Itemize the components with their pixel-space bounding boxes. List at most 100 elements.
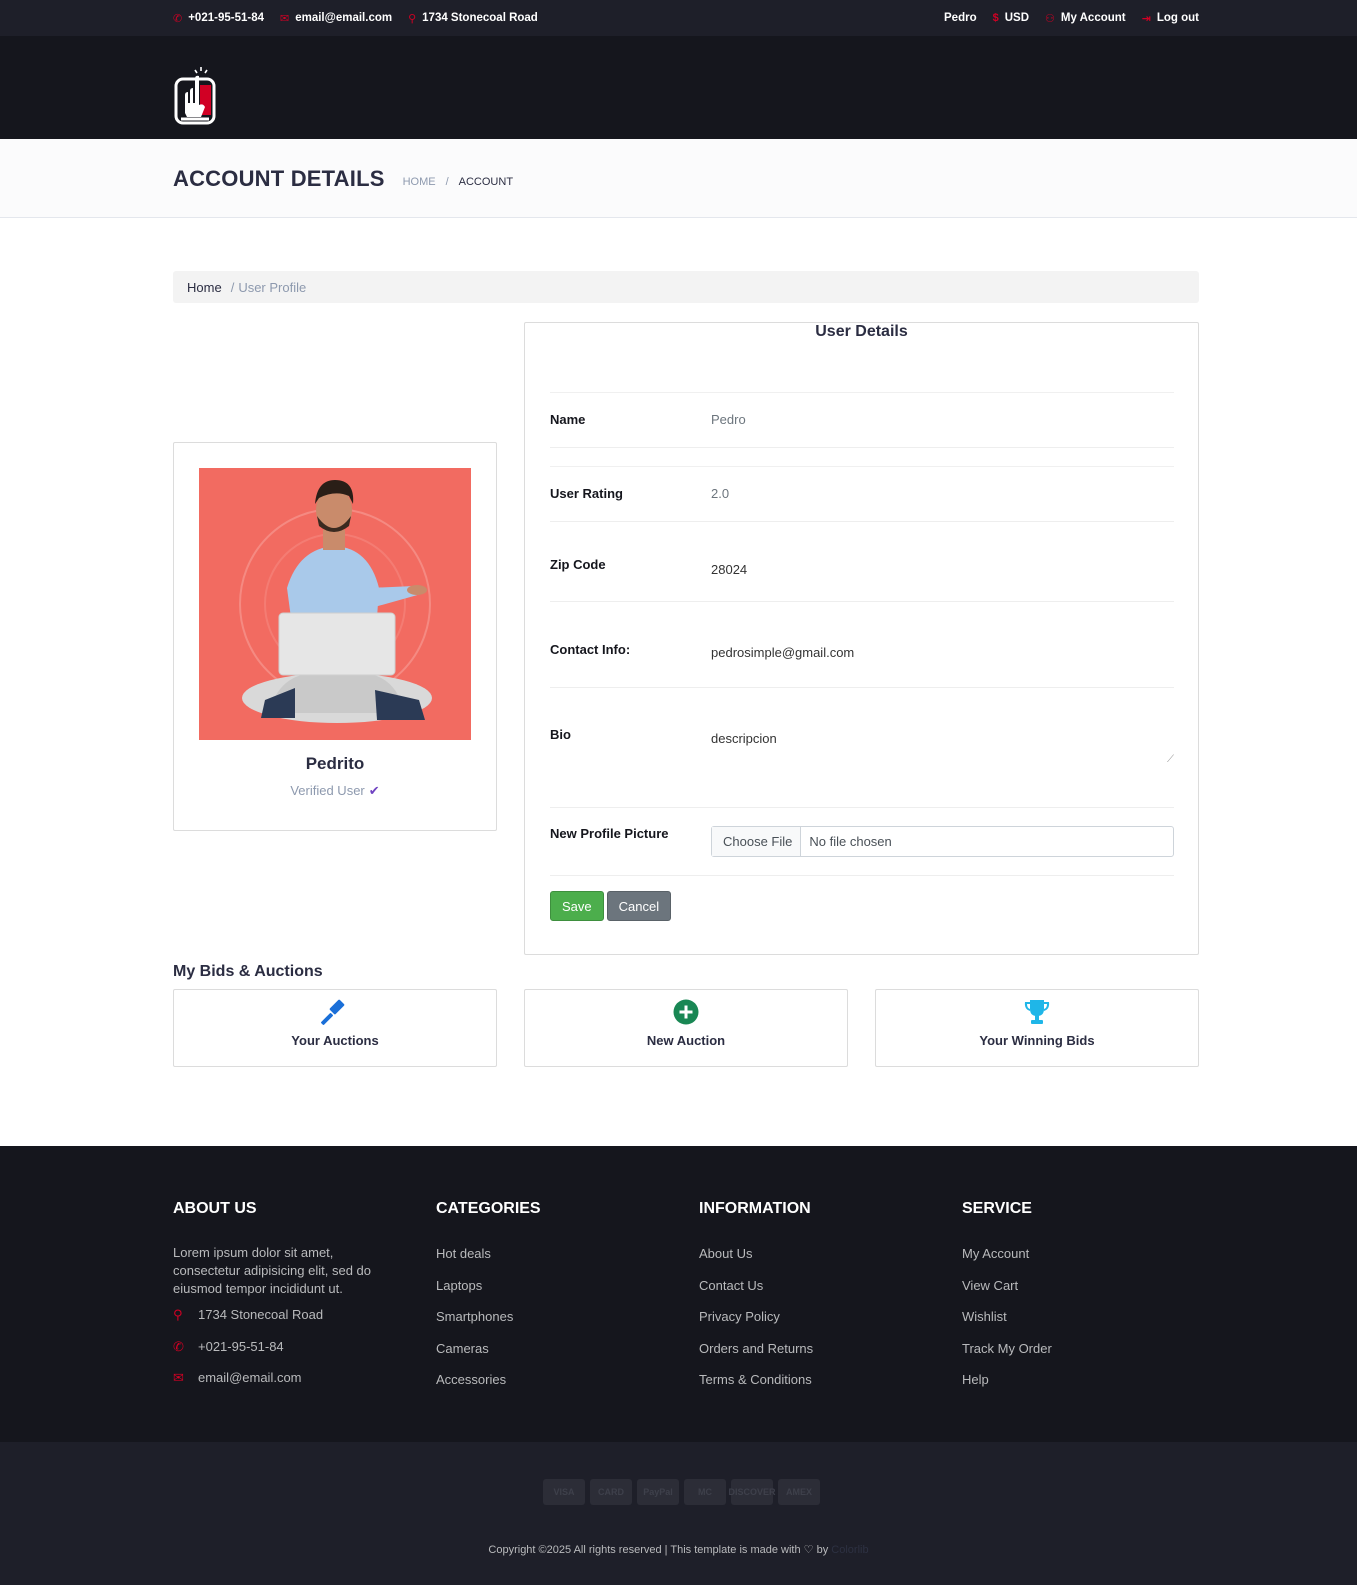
payment-methods: VISA CARD PayPal MC DISCOVER AMEX xyxy=(543,1479,820,1505)
my-account-link[interactable]: ⚇ My Account xyxy=(1045,12,1126,25)
contact-input[interactable]: pedrosimple@gmail.com xyxy=(711,645,854,660)
logout-link[interactable]: ⇥ Log out xyxy=(1142,12,1199,25)
top-bar: ✆ +021-95-51-84 ✉ email@email.com ⚲ 1734 St… xyxy=(0,0,1357,36)
contact-row: Contact Info: pedrosimple@gmail.com xyxy=(550,620,1174,688)
footer-information-title: INFORMATION xyxy=(699,1200,811,1217)
footer-about-text: Lorem ipsum dolor sit amet, consectetur … xyxy=(173,1245,372,1296)
header-email[interactable]: ✉ email@email.com xyxy=(280,12,392,25)
visa-icon: VISA xyxy=(543,1479,585,1505)
currency-selector[interactable]: $ USD xyxy=(993,12,1029,24)
breadcrumb-current: User Profile xyxy=(238,279,307,295)
map-marker-icon: ⚲ xyxy=(408,12,417,25)
footer-link[interactable]: My Account xyxy=(962,1246,1225,1278)
footer-about-title: ABOUT US xyxy=(173,1200,257,1217)
header-phone[interactable]: ✆ +021-95-51-84 xyxy=(173,12,264,25)
your-auctions-tile[interactable]: Your Auctions xyxy=(173,989,497,1067)
mastercard-icon: MC xyxy=(684,1479,726,1505)
file-input[interactable]: Choose File No file chosen xyxy=(711,826,1174,857)
divider xyxy=(550,807,1174,808)
divider xyxy=(550,447,1174,448)
save-button[interactable]: Save xyxy=(550,891,604,921)
check-icon: ✔ xyxy=(368,783,380,798)
bottom-bar: VISA CARD PayPal MC DISCOVER AMEX Copyri… xyxy=(0,1442,1357,1585)
copyright-text: Copyright ©2025 All rights reserved | Th… xyxy=(488,1544,801,1556)
discover-icon: DISCOVER xyxy=(729,1479,776,1505)
breadcrumb-home-link[interactable]: Home xyxy=(187,280,222,295)
footer-link[interactable]: Track My Order xyxy=(962,1341,1225,1373)
divider xyxy=(550,875,1174,876)
footer-link[interactable]: Help xyxy=(962,1372,1225,1404)
header-address[interactable]: ⚲ 1734 Stonecoal Road xyxy=(408,12,538,25)
bio-textarea[interactable]: descripcion xyxy=(711,731,777,746)
crumb-home-link[interactable]: HOME xyxy=(403,176,436,188)
footer-link[interactable]: Accessories xyxy=(436,1372,699,1404)
contact-label: Contact Info: xyxy=(550,642,631,657)
sign-out-icon: ⇥ xyxy=(1141,12,1151,25)
footer-email[interactable]: ✉ email@email.com xyxy=(173,1370,436,1402)
footer-address[interactable]: ⚲ 1734 Stonecoal Road xyxy=(173,1307,436,1339)
footer-link[interactable]: Contact Us xyxy=(699,1278,962,1310)
footer-link[interactable]: Wishlist xyxy=(962,1309,1225,1341)
picture-row: New Profile Picture Choose File No file … xyxy=(550,817,1174,875)
amex-icon: AMEX xyxy=(778,1479,820,1505)
colorlib-link[interactable]: Colorlib xyxy=(831,1544,868,1556)
phone-icon: ✆ xyxy=(173,12,183,25)
profile-name: Pedrito xyxy=(305,754,365,773)
zip-label: Zip Code xyxy=(550,557,606,572)
paypal-icon: PayPal xyxy=(637,1479,679,1505)
zip-input[interactable]: 28024 xyxy=(711,562,747,577)
user-name-link[interactable]: Pedro xyxy=(944,12,977,24)
title-breadcrumb: HOME / ACCOUNT xyxy=(403,176,513,188)
bids-section-title: My Bids & Auctions xyxy=(173,963,323,980)
new-auction-tile[interactable]: New Auction xyxy=(524,989,848,1067)
footer-categories: CATEGORIES Hot deals Laptops Smartphones… xyxy=(436,1200,699,1404)
copyright-by: by xyxy=(816,1544,829,1556)
gavel-icon xyxy=(321,998,349,1026)
footer-link[interactable]: Orders and Returns xyxy=(699,1341,962,1373)
footer-link[interactable]: About Us xyxy=(699,1246,962,1278)
divider xyxy=(550,687,1174,688)
plus-circle-icon xyxy=(673,998,699,1026)
footer-link[interactable]: Smartphones xyxy=(436,1309,699,1341)
breadcrumb: Home / User Profile xyxy=(173,271,1199,303)
verified-badge: Verified User ✔ xyxy=(174,783,496,799)
footer-about: ABOUT US Lorem ipsum dolor sit amet, con… xyxy=(173,1200,436,1404)
site-logo[interactable] xyxy=(173,65,217,127)
heart-icon: ♡ xyxy=(803,1544,814,1556)
name-value: Pedro xyxy=(711,412,746,427)
footer-link[interactable]: Privacy Policy xyxy=(699,1309,962,1341)
zip-row: Zip Code 28024 xyxy=(550,539,1174,601)
file-status: No file chosen xyxy=(809,834,892,849)
trophy-icon xyxy=(1022,998,1052,1026)
envelope-icon: ✉ xyxy=(280,12,290,25)
footer-phone[interactable]: ✆ +021-95-51-84 xyxy=(173,1339,436,1371)
footer-service-title: SERVICE xyxy=(962,1200,1032,1217)
winning-bids-tile[interactable]: Your Winning Bids xyxy=(875,989,1199,1067)
divider xyxy=(550,521,1174,522)
rating-label: User Rating xyxy=(550,486,623,501)
breadcrumb-separator: / xyxy=(230,279,235,295)
your-auctions-label: Your Auctions xyxy=(291,1033,379,1048)
verified-label: Verified User xyxy=(290,783,365,798)
bio-row: Bio descripcion ⟋ xyxy=(550,706,1174,790)
bio-label: Bio xyxy=(550,727,571,742)
footer-link[interactable]: Laptops xyxy=(436,1278,699,1310)
phone-icon: ✆ xyxy=(173,1338,184,1354)
picture-label: New Profile Picture xyxy=(550,826,669,841)
footer-categories-title: CATEGORIES xyxy=(436,1200,541,1217)
footer-link[interactable]: View Cart xyxy=(962,1278,1225,1310)
choose-file-button[interactable]: Choose File xyxy=(712,827,802,856)
map-marker-icon: ⚲ xyxy=(173,1307,183,1322)
page-title-band: ACCOUNT DETAILS HOME / ACCOUNT xyxy=(0,139,1357,218)
footer-information: INFORMATION About Us Contact Us Privacy … xyxy=(699,1200,962,1404)
resize-handle-icon[interactable]: ⟋ xyxy=(1167,754,1174,765)
profile-card: Pedrito Verified User ✔ xyxy=(173,442,497,831)
form-actions: Save Cancel xyxy=(550,891,672,921)
bids-tiles: Your Auctions New Auction Your Winning B… xyxy=(173,989,1199,1067)
footer-link[interactable]: Hot deals xyxy=(436,1246,699,1278)
crumb-current: ACCOUNT xyxy=(458,175,514,188)
cancel-button[interactable]: Cancel xyxy=(606,891,672,921)
crumb-separator: / xyxy=(445,175,449,188)
footer-link[interactable]: Terms & Conditions xyxy=(699,1372,962,1404)
footer-link[interactable]: Cameras xyxy=(436,1341,699,1373)
